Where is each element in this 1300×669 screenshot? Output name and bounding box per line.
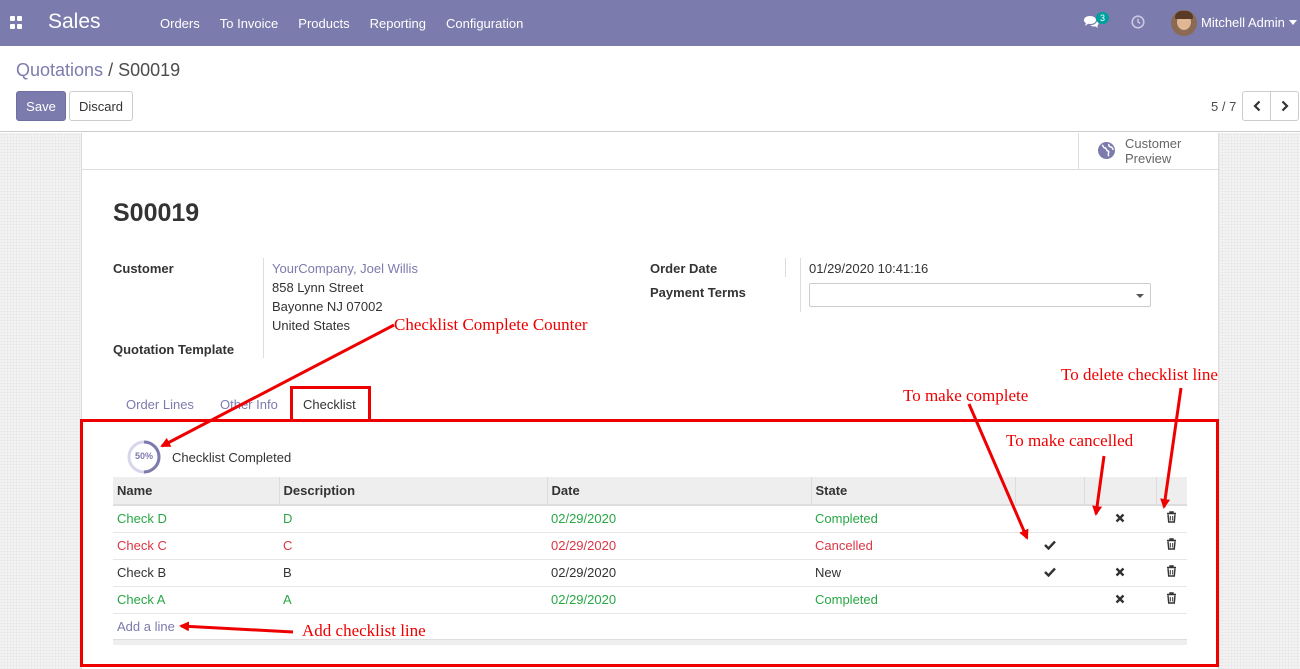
cell-state: Completed	[811, 505, 1015, 533]
breadcrumb-quotations[interactable]: Quotations	[16, 60, 103, 80]
button-box: Customer Preview	[82, 133, 1220, 170]
customer-preview-label: Customer Preview	[1125, 136, 1182, 166]
cell-name: Check A	[113, 586, 279, 614]
customer-preview-button[interactable]: Customer Preview	[1078, 133, 1220, 170]
checkmark-icon[interactable]	[1015, 532, 1084, 560]
tab-other-info[interactable]: Other Info	[220, 397, 278, 412]
cell-cancel	[1084, 532, 1156, 560]
cell-description: A	[279, 586, 547, 614]
trash-icon[interactable]	[1156, 505, 1187, 533]
checklist-progress-value: 50%	[134, 451, 153, 461]
breadcrumb-current: S00019	[118, 60, 181, 80]
column-header-description[interactable]: Description	[279, 477, 548, 506]
cell-date: 02/29/2020	[547, 559, 811, 587]
app-brand: Sales	[48, 10, 101, 33]
trash-icon[interactable]	[1156, 586, 1187, 614]
control-panel: Quotations / S00019 Save Discard 5 / 7	[0, 46, 1300, 132]
cell-state: Completed	[811, 586, 1015, 614]
checkmark-icon[interactable]	[1015, 559, 1084, 587]
cell-name: Check D	[113, 505, 279, 533]
order-date-value[interactable]: 01/29/2020 10:41:16	[809, 261, 928, 276]
add-line-row: Add a line	[113, 613, 1187, 641]
customer-address-line1: 858 Lynn Street	[272, 280, 364, 295]
cell-description: D	[279, 505, 547, 533]
quotation-template-label: Quotation Template	[113, 342, 235, 357]
tab-checklist[interactable]: Checklist	[303, 397, 356, 412]
cell-date: 02/29/2020	[547, 532, 811, 560]
table-footer	[113, 639, 1187, 645]
chevron-left-icon	[1252, 100, 1260, 112]
cell-complete	[1015, 505, 1084, 533]
cell-description: B	[279, 559, 547, 587]
field-separator	[785, 258, 786, 277]
column-header-state[interactable]: State	[811, 477, 1016, 506]
cell-state: New	[811, 559, 1015, 587]
globe-icon	[1097, 141, 1116, 163]
cancel-icon[interactable]	[1084, 586, 1156, 614]
checklist-table: Name Description Date State Check D D 02…	[113, 477, 1187, 641]
cancel-icon[interactable]	[1084, 505, 1156, 533]
user-menu-caret-icon[interactable]	[1289, 20, 1297, 25]
customer-address-line3: United States	[272, 318, 351, 333]
cell-date: 02/29/2020	[547, 505, 811, 533]
field-separator	[800, 258, 801, 312]
pager-value: 5 / 7	[1211, 99, 1237, 114]
cancel-icon[interactable]	[1084, 559, 1156, 587]
apps-menu-icon[interactable]	[10, 16, 23, 29]
main-menu: Orders To Invoice Products Reporting Con…	[150, 0, 533, 46]
breadcrumb-separator: /	[108, 60, 114, 80]
table-row[interactable]: Check A A 02/29/2020 Completed	[113, 586, 1187, 614]
table-row[interactable]: Check C C 02/29/2020 Cancelled	[113, 532, 1187, 560]
discard-button[interactable]: Discard	[69, 91, 133, 121]
customer-label: Customer	[113, 261, 174, 276]
chevron-right-icon	[1281, 100, 1289, 112]
save-button[interactable]: Save	[16, 91, 66, 121]
cell-date: 02/29/2020	[547, 586, 811, 614]
customer-address-line2: Bayonne NJ 07002	[272, 299, 383, 314]
trash-icon[interactable]	[1156, 532, 1187, 560]
tab-order-lines[interactable]: Order Lines	[126, 397, 194, 412]
pager-previous-button[interactable]	[1242, 91, 1271, 121]
menu-item-reporting[interactable]: Reporting	[360, 16, 436, 31]
user-avatar[interactable]	[1171, 10, 1197, 36]
activity-clock-icon[interactable]	[1131, 15, 1145, 32]
annotation-add-line: Add checklist line	[302, 621, 426, 640]
cell-name: Check C	[113, 532, 279, 560]
cell-complete	[1015, 586, 1084, 614]
table-row[interactable]: Check D D 02/29/2020 Completed	[113, 505, 1187, 533]
field-separator	[263, 258, 264, 358]
customer-name-link[interactable]: YourCompany, Joel Willis	[272, 261, 418, 276]
payment-terms-label: Payment Terms	[650, 285, 746, 300]
annotation-make-cancelled: To make cancelled	[1006, 431, 1134, 450]
menu-item-products[interactable]: Products	[288, 16, 359, 31]
breadcrumb: Quotations / S00019	[16, 60, 180, 81]
column-header-cancel	[1084, 477, 1157, 506]
checklist-completed-label: Checklist Completed	[172, 450, 292, 465]
chat-count-badge: 3	[1096, 12, 1110, 24]
table-row[interactable]: Check B B 02/29/2020 New	[113, 559, 1187, 587]
trash-icon[interactable]	[1156, 559, 1187, 587]
cell-state: Cancelled	[811, 532, 1015, 560]
menu-item-to-invoice[interactable]: To Invoice	[210, 16, 289, 31]
cell-name: Check B	[113, 559, 279, 587]
menu-item-configuration[interactable]: Configuration	[436, 16, 533, 31]
top-navbar: Sales Orders To Invoice Products Reporti…	[0, 0, 1300, 46]
cell-description: C	[279, 532, 547, 560]
order-date-label: Order Date	[650, 261, 718, 276]
annotation-counter: Checklist Complete Counter	[394, 315, 588, 334]
column-header-name[interactable]: Name	[113, 477, 280, 506]
add-a-line-link[interactable]: Add a line	[117, 619, 175, 634]
menu-item-orders[interactable]: Orders	[150, 16, 210, 31]
annotation-make-complete: To make complete	[903, 386, 1029, 405]
column-header-complete	[1015, 477, 1085, 506]
payment-terms-select[interactable]	[809, 283, 1151, 307]
caret-down-icon	[1136, 294, 1144, 298]
pager-next-button[interactable]	[1270, 91, 1299, 121]
order-name: S00019	[113, 199, 200, 227]
column-header-date[interactable]: Date	[547, 477, 812, 506]
annotation-delete-line: To delete checklist line	[1061, 365, 1218, 384]
user-name[interactable]: Mitchell Admin	[1201, 15, 1285, 30]
column-header-delete	[1156, 477, 1187, 506]
